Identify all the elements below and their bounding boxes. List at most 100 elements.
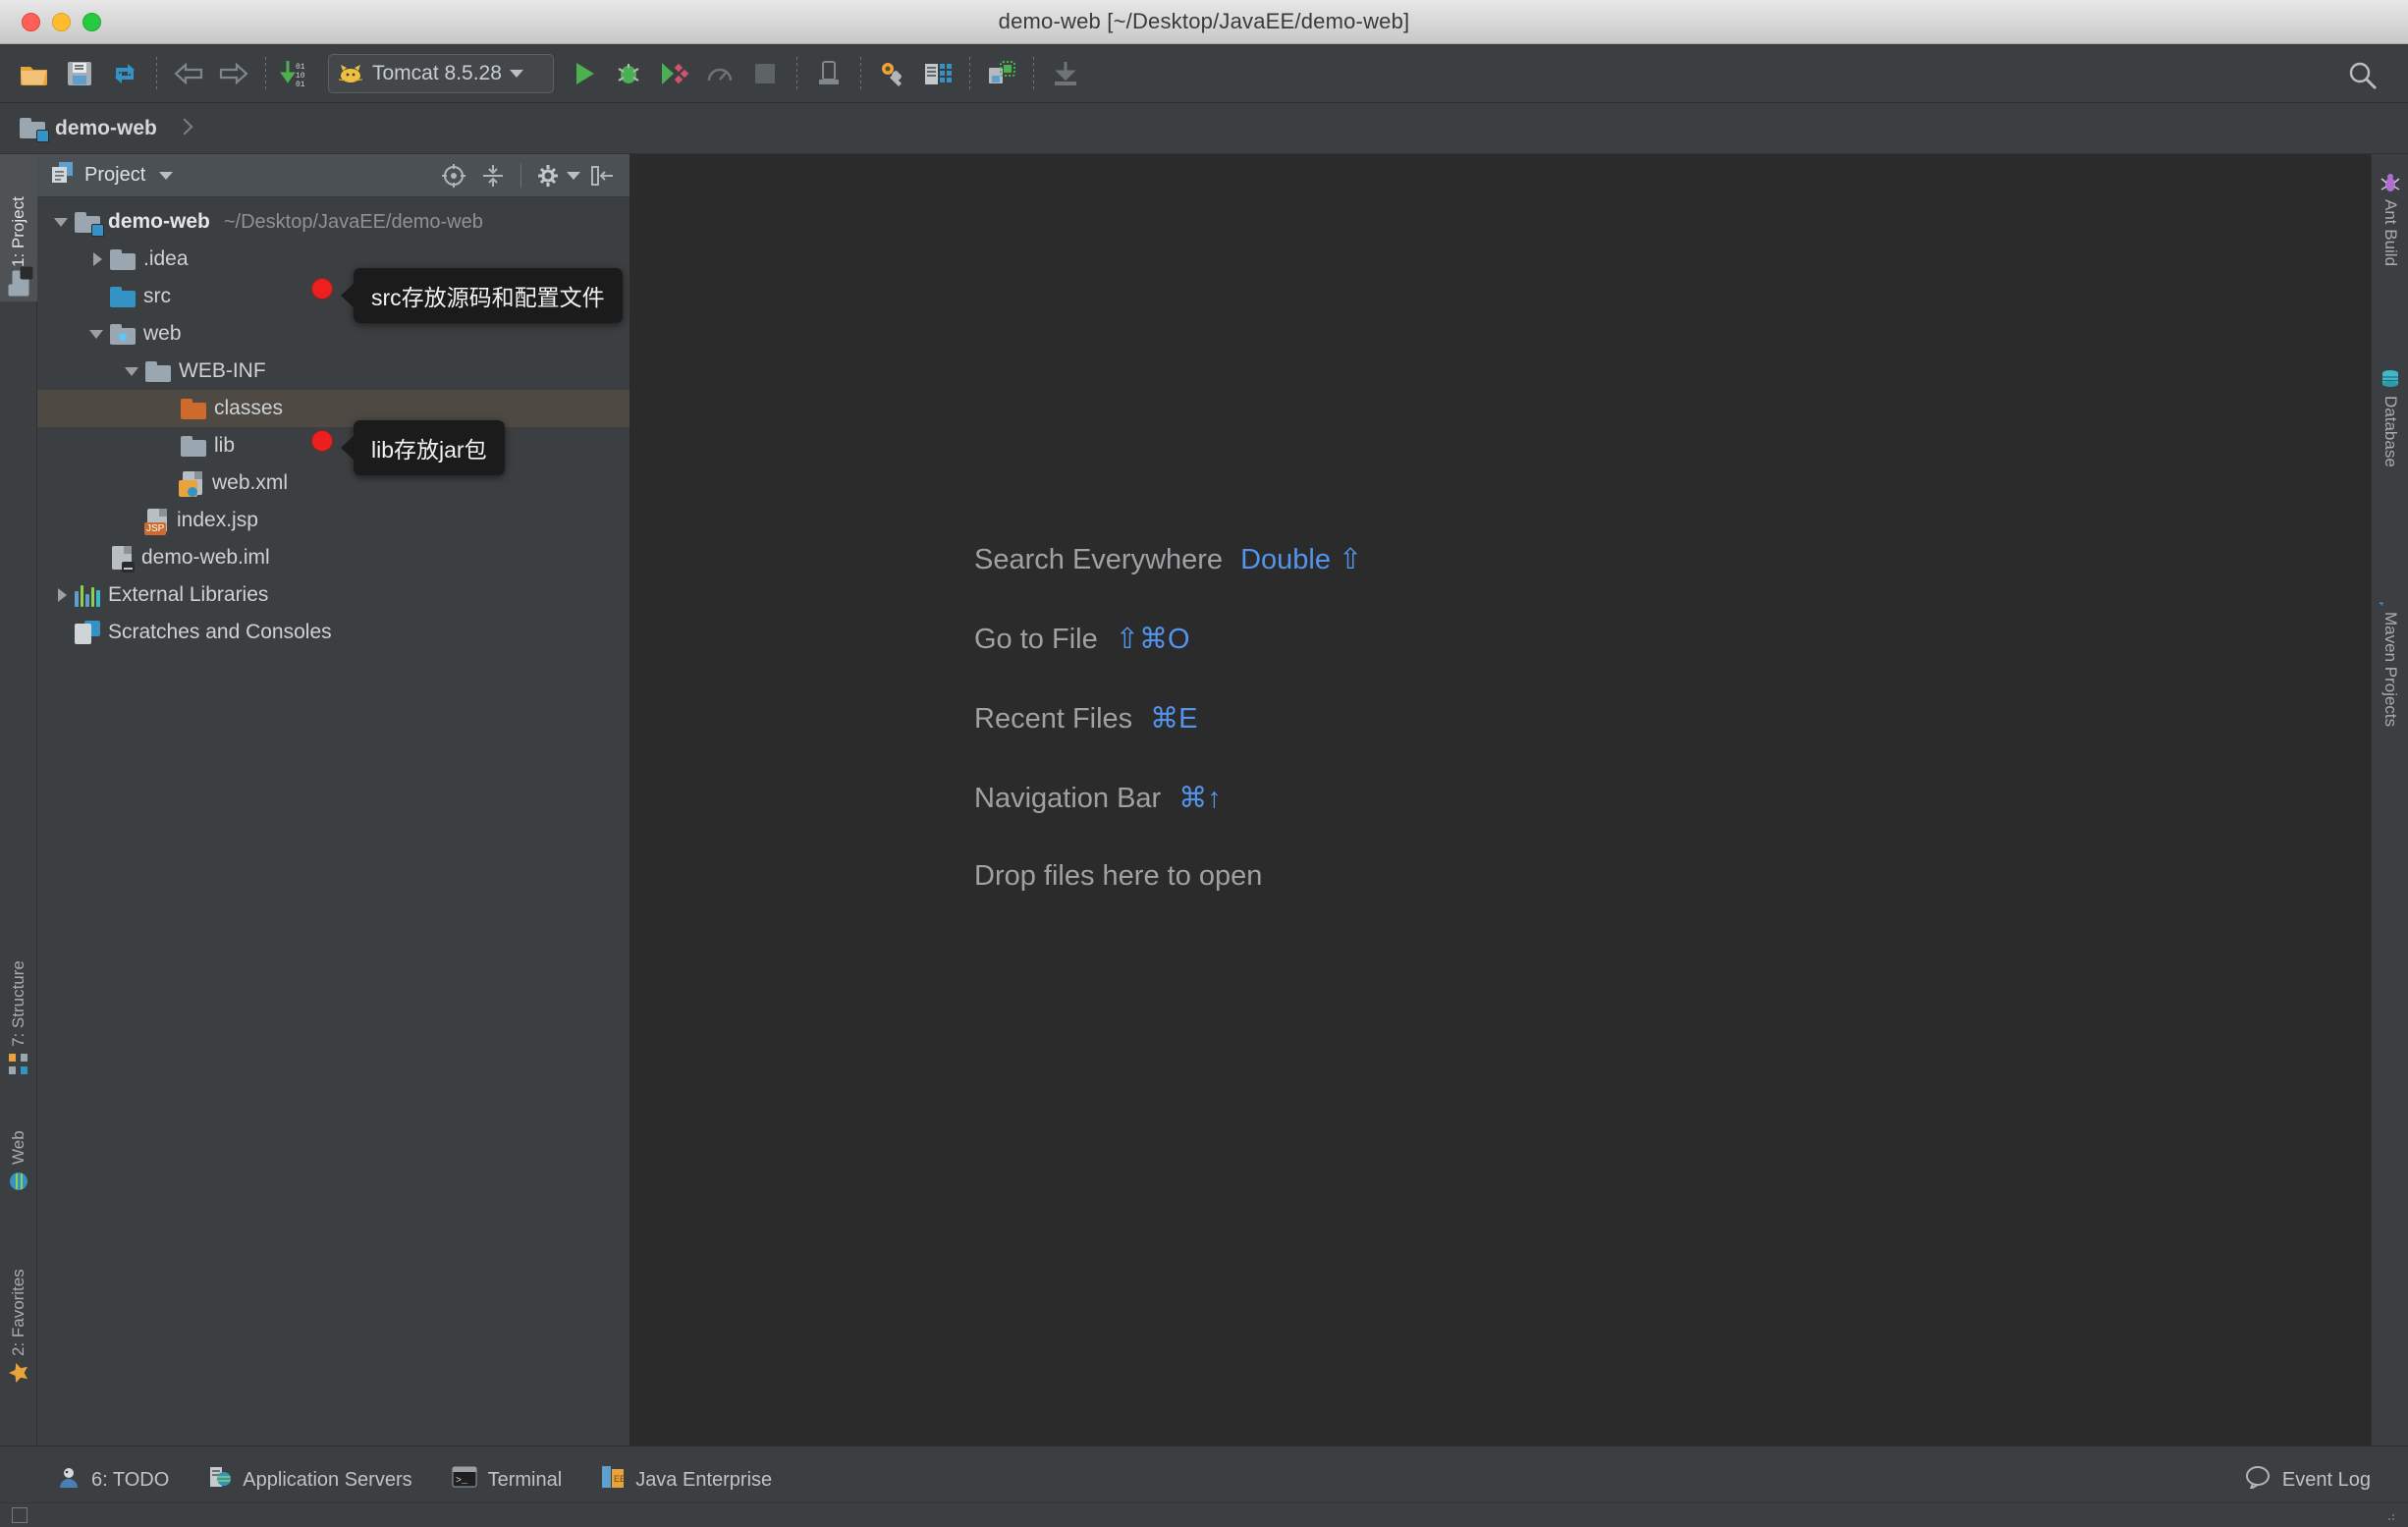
tree-spacer: [157, 398, 179, 419]
tree-node-label: web.xml: [212, 471, 288, 495]
tree-node-label: Scratches and Consoles: [108, 621, 332, 644]
synchronize-icon[interactable]: [102, 51, 147, 96]
project-tree[interactable]: demo-web~/Desktop/JavaEE/demo-web.ideasr…: [37, 197, 629, 651]
status-label-todo: 6: TODO: [91, 1469, 169, 1492]
xml-file-icon: [181, 470, 204, 496]
status-item-application-servers[interactable]: Application Servers: [208, 1465, 411, 1495]
sidebar-item-favorites[interactable]: 2: Favorites: [0, 1210, 37, 1391]
status-item-java-enterprise[interactable]: EE Java Enterprise: [601, 1465, 772, 1495]
open-project-icon[interactable]: [12, 51, 57, 96]
editor-hint-label: Recent Files: [974, 703, 1132, 736]
tree-node-web-inf[interactable]: WEB-INF: [37, 353, 629, 390]
close-window-button[interactable]: [22, 13, 40, 31]
editor-hint: Go to File⇧⌘O: [974, 622, 1362, 656]
todo-icon: [57, 1465, 81, 1495]
tree-node-web-xml[interactable]: web.xml: [37, 464, 629, 502]
chevron-down-icon[interactable]: [122, 360, 143, 382]
navigate-forward-icon[interactable]: [211, 51, 256, 96]
sdk-icon[interactable]: [979, 51, 1024, 96]
status-item-terminal[interactable]: >_ Terminal: [452, 1466, 563, 1494]
status-item-todo[interactable]: 6: TODO: [57, 1465, 169, 1495]
sidebar-item-ant-build[interactable]: Ant Build: [2372, 164, 2408, 351]
save-all-icon[interactable]: [57, 51, 102, 96]
sidebar-item-project[interactable]: 1: Project: [0, 154, 37, 301]
tree-node-classes[interactable]: classes: [37, 390, 629, 427]
red-dot-marker-lib: [312, 431, 332, 451]
navigate-back-icon[interactable]: [166, 51, 211, 96]
chevron-right-icon[interactable]: [51, 584, 73, 606]
sidebar-label-database: Database: [2381, 396, 2400, 467]
collapse-all-icon[interactable]: [475, 159, 511, 192]
update-project-icon[interactable]: 01 10 01: [275, 51, 320, 96]
status-item-event-log[interactable]: Event Log: [2245, 1454, 2371, 1505]
debug-button[interactable]: [607, 51, 652, 96]
search-icon[interactable]: [2347, 60, 2379, 96]
profile-button[interactable]: [697, 51, 742, 96]
sidebar-label-ant-build: Ant Build: [2381, 199, 2400, 266]
stop-button[interactable]: [742, 51, 788, 96]
run-button[interactable]: [562, 51, 607, 96]
editor-hint-shortcut: ⌘↑: [1178, 781, 1222, 815]
tree-node-external-libraries[interactable]: External Libraries: [37, 576, 629, 614]
gear-icon[interactable]: [531, 159, 567, 192]
tree-node-label: classes: [214, 397, 283, 420]
tree-node-demo-web[interactable]: demo-web~/Desktop/JavaEE/demo-web: [37, 203, 629, 241]
jsp-file-icon: JSP: [145, 508, 169, 533]
tree-node-label: lib: [214, 434, 235, 458]
sidebar-item-database[interactable]: Database: [2372, 360, 2408, 567]
chevron-down-icon[interactable]: [159, 172, 173, 180]
run-configuration-selector[interactable]: Tomcat 8.5.28: [328, 54, 554, 93]
memory-indicator[interactable]: [12, 1507, 27, 1523]
folder-grey-icon: [181, 436, 206, 457]
svg-text:01: 01: [296, 81, 305, 88]
sidebar-item-web[interactable]: Web: [0, 1092, 37, 1200]
structure-icon: [8, 1053, 29, 1074]
hide-panel-icon[interactable]: [584, 159, 620, 192]
download-icon[interactable]: [1043, 51, 1088, 96]
chevron-down-icon[interactable]: [567, 172, 580, 180]
folder-blue-icon: [110, 287, 136, 307]
sidebar-label-structure: 7: Structure: [9, 960, 28, 1047]
star-icon: [8, 1362, 29, 1384]
editor-hint-label: Drop files here to open: [974, 860, 1262, 893]
tree-node-label: .idea: [143, 247, 189, 271]
sidebar-item-structure[interactable]: 7: Structure: [0, 910, 37, 1082]
editor-hint-label: Go to File: [974, 624, 1098, 656]
window-title: demo-web [~/Desktop/JavaEE/demo-web]: [0, 9, 2408, 34]
zoom-window-button[interactable]: [82, 13, 101, 31]
scratches-icon: [75, 621, 100, 644]
tree-node-lib[interactable]: lib: [37, 427, 629, 464]
sidebar-item-maven-projects[interactable]: m Maven Projects: [2372, 576, 2408, 842]
status-label-java-enterprise: Java Enterprise: [635, 1469, 772, 1492]
main-toolbar: 01 10 01 Tomcat 8.5.28: [0, 44, 2408, 103]
folder-grey-icon: [110, 249, 136, 270]
tree-node-demo-web-iml[interactable]: demo-web.iml: [37, 539, 629, 576]
editor-hint: Recent Files⌘E: [974, 701, 1362, 736]
chevron-down-icon[interactable]: [51, 211, 73, 233]
toolbar-divider: [969, 57, 970, 90]
run-config-name: Tomcat 8.5.28: [372, 62, 502, 85]
editor-empty-area[interactable]: Search EverywhereDouble ⇧ Go to File⇧⌘O Re…: [630, 154, 2371, 1445]
deploy-artifact-icon[interactable]: [806, 51, 851, 96]
status-label-application-servers: Application Servers: [243, 1469, 411, 1492]
tree-node-index-jsp[interactable]: JSPindex.jsp: [37, 502, 629, 539]
resize-grip-icon[interactable]: [2381, 1508, 2396, 1522]
editor-scrollbar[interactable]: [2353, 154, 2369, 1445]
editor-hint: Navigation Bar⌘↑: [974, 781, 1362, 815]
chevron-down-icon[interactable]: [86, 323, 108, 345]
editor-hint: Search EverywhereDouble ⇧: [974, 542, 1362, 576]
breadcrumb-demo-web[interactable]: demo-web: [55, 117, 157, 140]
run-with-coverage-button[interactable]: [652, 51, 697, 96]
project-structure-icon[interactable]: [870, 51, 915, 96]
toolbar-divider: [156, 57, 157, 90]
chevron-right-icon[interactable]: [86, 248, 108, 270]
minimize-window-button[interactable]: [52, 13, 71, 31]
tree-node-scratches[interactable]: Scratches and Consoles: [37, 614, 629, 651]
folder-web-icon: [110, 324, 136, 345]
chevron-down-icon[interactable]: [510, 70, 523, 78]
iml-file-icon: [110, 545, 134, 571]
scroll-from-source-icon[interactable]: [436, 159, 471, 192]
red-dot-marker-src: [312, 279, 332, 299]
settings-gear-icon[interactable]: [915, 51, 960, 96]
svg-text:EE: EE: [614, 1474, 625, 1484]
